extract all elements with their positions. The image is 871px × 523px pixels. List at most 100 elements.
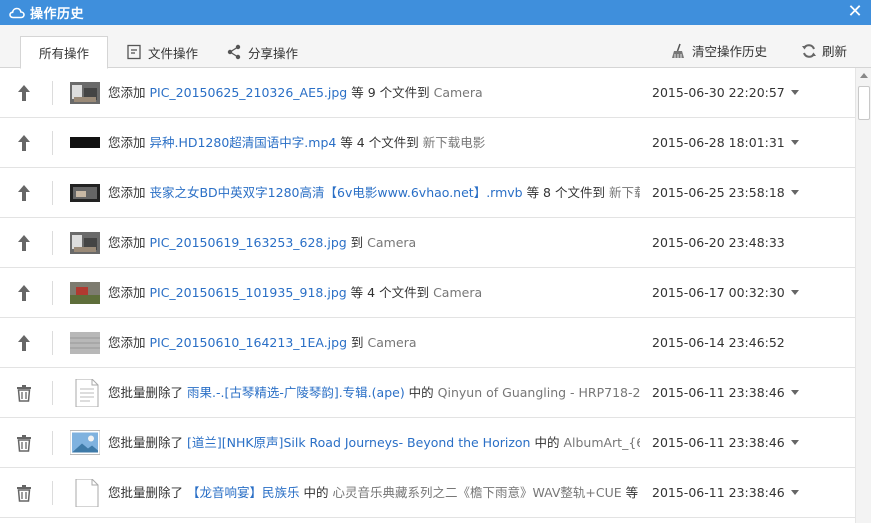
trash-icon xyxy=(17,385,31,402)
history-row[interactable]: 您添加 异种.HD1280超清国语中字.mp4 等 4 个文件到 新下载电影 20… xyxy=(0,118,855,168)
history-row[interactable]: 您添加 PIC_20150615_101935_918.jpg 等 4 个文件到… xyxy=(0,268,855,318)
operation-time: 2015-06-14 23:46:52 xyxy=(652,335,785,350)
scrollbar-thumb[interactable] xyxy=(858,86,870,120)
expand-chevron-down-icon[interactable] xyxy=(789,86,801,98)
operation-description: 您添加 PIC_20150625_210326_AE5.jpg 等 9 个文件到… xyxy=(108,85,640,101)
scrollbar[interactable] xyxy=(855,68,871,523)
refresh-button[interactable]: 刷新 xyxy=(801,41,847,60)
refresh-icon xyxy=(802,43,816,58)
description-text: 等 9 个文件到 xyxy=(347,85,434,100)
description-text: 您添加 xyxy=(108,85,150,100)
description-text: 中的 xyxy=(299,485,333,500)
target-folder: 心灵音乐典藏系列之二《檐下雨意》WAV整轨+CUE xyxy=(332,485,622,500)
history-row[interactable]: 您批量删除了 [道兰][NHK原声]Silk Road Journeys- Be… xyxy=(0,418,855,468)
target-folder: 新下载电影 xyxy=(608,185,640,200)
upload-icon xyxy=(18,135,30,151)
description-text: 您添加 xyxy=(108,135,150,150)
file-thumbnail-icon xyxy=(70,137,100,148)
operation-time: 2015-06-11 23:38:46 xyxy=(652,435,785,450)
expand-chevron-down-icon[interactable] xyxy=(789,136,801,148)
file-thumbnail-icon xyxy=(70,282,100,304)
operation-description: 您添加 PIC_20150615_101935_918.jpg 等 4 个文件到… xyxy=(108,285,640,301)
row-divider xyxy=(52,381,53,405)
description-text: 您添加 xyxy=(108,185,150,200)
tab-all-operations[interactable]: 所有操作 xyxy=(20,36,108,69)
row-divider xyxy=(52,181,53,205)
row-divider xyxy=(52,431,53,455)
target-folder: Qinyun of Guangling - HRP718-2.log xyxy=(437,385,640,400)
target-folder: Camera xyxy=(433,85,483,100)
description-text: 您添加 xyxy=(108,235,150,250)
operation-time: 2015-06-17 00:32:30 xyxy=(652,285,785,300)
tab-file-operations[interactable]: 文件操作 xyxy=(126,36,198,68)
operation-time: 2015-06-11 23:38:46 xyxy=(652,385,785,400)
file-thumbnail-icon xyxy=(70,430,100,455)
operation-description: 您添加 异种.HD1280超清国语中字.mp4 等 4 个文件到 新下载电影 xyxy=(108,135,640,151)
operation-time: 2015-06-20 23:48:33 xyxy=(652,235,785,250)
tab-label: 文件操作 xyxy=(148,45,199,61)
history-row[interactable]: 您添加 PIC_20150625_210326_AE5.jpg 等 9 个文件到… xyxy=(0,68,855,118)
description-text: 到 xyxy=(347,335,368,350)
file-link[interactable]: PIC_20150610_164213_1EA.jpg xyxy=(149,335,347,350)
clear-history-button[interactable]: 清空操作历史 xyxy=(671,41,767,60)
operation-description: 您批量删除了 雨果.-.[古琴精选-广陵琴韵].专辑.(ape) 中的 Qiny… xyxy=(108,385,640,401)
operation-time: 2015-06-30 22:20:57 xyxy=(652,85,785,100)
file-link[interactable]: 雨果.-.[古琴精选-广陵琴韵].专辑.(ape) xyxy=(187,385,405,400)
share-icon xyxy=(227,44,241,60)
target-folder: Camera xyxy=(433,285,483,300)
history-list: 您添加 PIC_20150625_210326_AE5.jpg 等 9 个文件到… xyxy=(0,68,855,523)
row-divider xyxy=(52,81,53,105)
target-folder: AlbumArt_{656F5 xyxy=(563,435,640,450)
expand-chevron-down-icon[interactable] xyxy=(789,486,801,498)
expand-chevron-down-icon[interactable] xyxy=(789,386,801,398)
upload-icon xyxy=(18,335,30,351)
description-text: 您添加 xyxy=(108,285,150,300)
operation-description: 您批量删除了 [道兰][NHK原声]Silk Road Journeys- Be… xyxy=(108,435,640,451)
expand-chevron-down-icon[interactable] xyxy=(789,436,801,448)
row-divider xyxy=(52,131,53,155)
file-thumbnail-icon xyxy=(70,184,100,202)
tab-share-operations[interactable]: 分享操作 xyxy=(226,36,298,68)
operation-time: 2015-06-11 23:38:46 xyxy=(652,485,785,500)
description-text: 您添加 xyxy=(108,335,150,350)
description-text: 等 2 xyxy=(625,485,640,500)
file-thumbnail-icon xyxy=(70,232,100,254)
description-text: 中的 xyxy=(404,385,438,400)
target-folder: Camera xyxy=(367,335,417,350)
broom-icon xyxy=(672,43,684,58)
upload-icon xyxy=(18,235,30,251)
history-row[interactable]: 您批量删除了 雨果.-.[古琴精选-广陵琴韵].专辑.(ape) 中的 Qiny… xyxy=(0,368,855,418)
history-row[interactable]: 您添加 丧家之女BD中英双字1280高清【6v电影www.6vhao.net】.… xyxy=(0,168,855,218)
description-text: 您批量删除了 xyxy=(108,385,187,400)
description-text: 中的 xyxy=(530,435,564,450)
history-row[interactable]: 您批量删除了 【龙音响宴】民族乐 中的 心灵音乐典藏系列之二《檐下雨意》WAV整… xyxy=(0,468,855,518)
row-divider xyxy=(52,281,53,305)
file-link[interactable]: 【龙音响宴】民族乐 xyxy=(187,485,300,500)
file-link[interactable]: 丧家之女BD中英双字1280高清【6v电影www.6vhao.net】.rmvb xyxy=(149,185,522,200)
window-title: 操作历史 xyxy=(30,7,85,22)
tab-label: 分享操作 xyxy=(248,45,299,61)
operation-time: 2015-06-25 23:58:18 xyxy=(652,185,785,200)
file-link[interactable]: [道兰][NHK原声]Silk Road Journeys- Beyond th… xyxy=(187,435,531,450)
cloud-logo-icon xyxy=(9,7,25,18)
scroll-up-arrow-icon[interactable] xyxy=(860,73,868,78)
file-link[interactable]: PIC_20150625_210326_AE5.jpg xyxy=(149,85,347,100)
description-text: 到 xyxy=(346,235,368,250)
description-text: 等 4 个文件到 xyxy=(336,135,423,150)
expand-chevron-down-icon[interactable] xyxy=(789,286,801,298)
expand-chevron-down-icon[interactable] xyxy=(789,186,801,198)
file-link[interactable]: PIC_20150619_163253_628.jpg xyxy=(149,235,346,250)
upload-icon xyxy=(18,285,30,301)
clear-history-label: 清空操作历史 xyxy=(692,44,768,59)
file-link[interactable]: PIC_20150615_101935_918.jpg xyxy=(149,285,346,300)
file-link[interactable]: 异种.HD1280超清国语中字.mp4 xyxy=(149,135,336,150)
history-row[interactable]: 您添加 PIC_20150610_164213_1EA.jpg 到 Camera… xyxy=(0,318,855,368)
operation-description: 您添加 丧家之女BD中英双字1280高清【6v电影www.6vhao.net】.… xyxy=(108,185,640,201)
trash-icon xyxy=(17,485,31,502)
description-text: 您批量删除了 xyxy=(108,485,187,500)
close-button[interactable]: ✕ xyxy=(845,2,865,22)
history-row[interactable]: 您添加 PIC_20150619_163253_628.jpg 到 Camera… xyxy=(0,218,855,268)
operation-description: 您批量删除了 【龙音响宴】民族乐 中的 心灵音乐典藏系列之二《檐下雨意》WAV整… xyxy=(108,485,640,501)
trash-icon xyxy=(17,435,31,452)
operation-description: 您添加 PIC_20150619_163253_628.jpg 到 Camera xyxy=(108,235,640,251)
